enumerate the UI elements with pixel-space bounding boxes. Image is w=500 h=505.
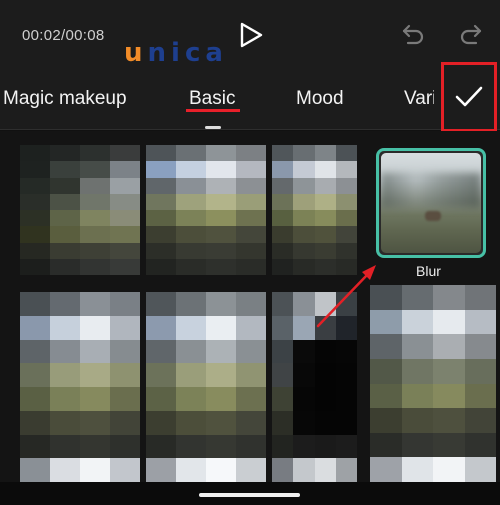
filter-thumbnail[interactable] (370, 285, 496, 482)
blur-filter-thumbnail[interactable] (376, 148, 486, 258)
filter-thumbnail[interactable] (146, 292, 266, 482)
annotation-underline (186, 109, 240, 112)
tab-basic[interactable]: Basic (189, 88, 235, 110)
undo-icon[interactable] (400, 22, 426, 48)
filter-thumbnail[interactable] (20, 145, 140, 275)
tab-mood[interactable]: Mood (296, 88, 344, 110)
tab-vari[interactable]: Vari (404, 88, 434, 110)
play-icon[interactable] (237, 20, 265, 50)
watermark-logo: unica (124, 38, 228, 68)
filter-thumbnail[interactable] (272, 292, 357, 482)
filter-thumbnail[interactable] (272, 145, 357, 275)
blur-preview-image (381, 153, 481, 253)
tab-magic-makeup[interactable]: Magic makeup (3, 88, 127, 110)
top-toolbar: 00:02/00:08 unica (0, 0, 500, 70)
confirm-check-icon[interactable] (455, 84, 483, 110)
redo-icon[interactable] (458, 22, 484, 48)
playback-time: 00:02/00:08 (22, 27, 105, 44)
filter-thumbnail[interactable] (20, 292, 140, 482)
selected-tab-indicator (205, 126, 221, 129)
home-indicator[interactable] (199, 493, 300, 497)
filter-thumbnail[interactable] (146, 145, 266, 275)
blur-filter-label: Blur (416, 263, 441, 279)
filter-category-tabs: Magic makeup Basic Mood Vari (0, 70, 500, 130)
